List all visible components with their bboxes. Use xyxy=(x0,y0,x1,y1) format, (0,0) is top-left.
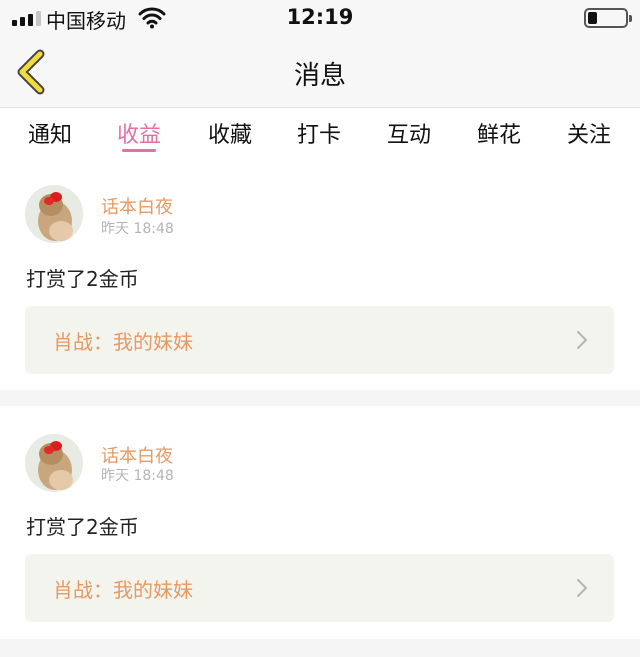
linked-work-card[interactable]: 肖战：我的妹妹 xyxy=(25,554,614,622)
user-name[interactable]: 话本白夜 xyxy=(101,193,173,219)
category-tabs: 通知 收益 收藏 打卡 互动 鲜花 关注 xyxy=(0,109,640,157)
page-title: 消息 xyxy=(293,61,346,91)
tab-interactions[interactable]: 互动 xyxy=(369,117,449,149)
timestamp: 昨天 18:48 xyxy=(101,468,174,484)
chevron-right-icon xyxy=(576,578,588,598)
tab-notifications[interactable]: 通知 xyxy=(10,117,90,149)
timestamp: 昨天 18:48 xyxy=(101,221,174,237)
message-card: 话本白夜 昨天 18:48 打赏了2金币 肖战：我的妹妹 xyxy=(0,157,640,390)
card-divider xyxy=(0,390,640,406)
user-avatar-image xyxy=(25,434,83,492)
battery-icon xyxy=(584,8,632,28)
chevron-right-icon xyxy=(576,330,588,350)
tab-flowers[interactable]: 鲜花 xyxy=(459,117,539,149)
message-card: 话本白夜 昨天 18:48 打赏了2金币 肖战：我的妹妹 xyxy=(0,406,640,639)
linked-work-title: 肖战：我的妹妹 xyxy=(53,330,193,354)
linked-work-card[interactable]: 肖战：我的妹妹 xyxy=(25,306,614,374)
tab-following[interactable]: 关注 xyxy=(549,117,629,149)
message-text: 打赏了2金币 xyxy=(26,515,139,539)
message-text: 打赏了2金币 xyxy=(26,267,139,291)
active-tab-indicator xyxy=(122,149,156,152)
tab-check-in[interactable]: 打卡 xyxy=(279,117,359,149)
linked-work-title: 肖战：我的妹妹 xyxy=(53,578,193,602)
battery-level xyxy=(588,12,597,24)
card-divider xyxy=(0,639,640,657)
navigation-bar: 消息 xyxy=(0,36,640,108)
user-avatar-image xyxy=(25,185,83,243)
avatar[interactable] xyxy=(25,185,83,243)
status-bar: 中国移动 12:19 xyxy=(0,0,640,36)
avatar[interactable] xyxy=(25,434,83,492)
tab-earnings[interactable]: 收益 xyxy=(99,117,179,149)
clock: 12:19 xyxy=(286,5,354,29)
tab-favorites[interactable]: 收藏 xyxy=(190,117,270,149)
